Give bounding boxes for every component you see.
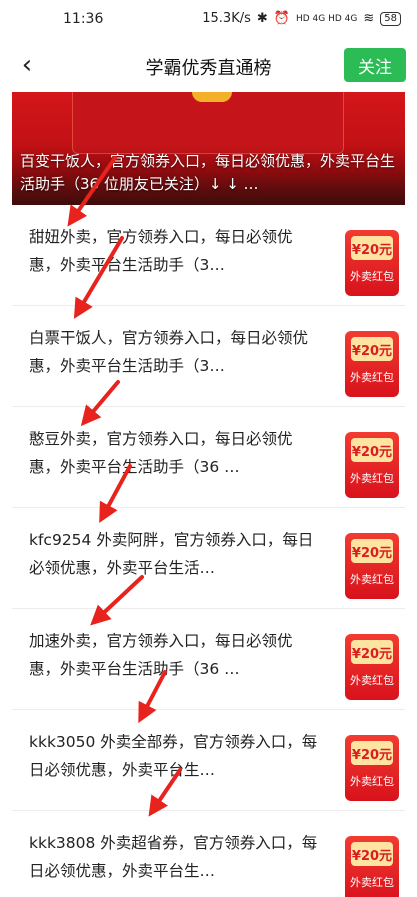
banner-decoration [192, 92, 232, 102]
coupon-label: 外卖红包 [350, 573, 394, 586]
item-text: 憨豆外卖，官方领券入口，每日必领优惠，外卖平台生活助手（36 … [29, 430, 293, 476]
item-text: kkk3050 外卖全部券，官方领券入口，每日必领优惠，外卖平台生… [29, 733, 318, 779]
coupon-label: 外卖红包 [350, 674, 394, 687]
coupon-thumbnail: ¥20元 外卖红包 [345, 836, 399, 897]
coupon-amount: ¥20元 [351, 741, 393, 765]
battery-icon: 58 [380, 11, 401, 26]
item-text: 白票干饭人，官方领券入口，每日必领优惠，外卖平台生活助手（3… [29, 329, 309, 375]
list-item[interactable]: kkk3808 外卖超省券，官方领券入口，每日必领优惠，外卖平台生… ¥20元 … [12, 811, 405, 897]
list-item[interactable]: kkk3050 外卖全部券，官方领券入口，每日必领优惠，外卖平台生… ¥20元 … [12, 710, 405, 811]
coupon-thumbnail: ¥20元 外卖红包 [345, 230, 399, 296]
signal-icon: HD 4G HD 4G [295, 13, 358, 24]
status-bar: 11:36 15.3K/s ✱ ⏰ HD 4G HD 4G ≋ 58 [0, 0, 417, 40]
coupon-thumbnail: ¥20元 外卖红包 [345, 331, 399, 397]
status-icons: 15.3K/s ✱ ⏰ HD 4G HD 4G ≋ 58 [202, 11, 401, 26]
coupon-amount: ¥20元 [351, 236, 393, 260]
alarm-icon: ⏰ [273, 11, 290, 26]
coupon-label: 外卖红包 [350, 775, 394, 788]
bluetooth-icon: ✱ [256, 11, 268, 26]
banner-text: 百变干饭人，官方领券入口，每日必领优惠，外卖平台生活助手（36 位朋友已关注）↓… [20, 152, 396, 193]
item-text: kfc9254 外卖阿胖，官方领券入口，每日必领优惠，外卖平台生活… [29, 531, 314, 577]
clock: 11:36 [63, 11, 104, 27]
coupon-label: 外卖红包 [350, 371, 394, 384]
coupon-amount: ¥20元 [351, 438, 393, 462]
network-speed: 15.3K/s [202, 11, 251, 26]
list-content[interactable]: 百变干饭人，官方领券入口，每日必领优惠，外卖平台生活助手（36 位朋友已关注）↓… [12, 92, 405, 897]
item-text: 甜妞外卖，官方领券入口，每日必领优惠，外卖平台生活助手（3… [29, 228, 293, 274]
coupon-amount: ¥20元 [351, 539, 393, 563]
coupon-label: 外卖红包 [350, 270, 394, 283]
list-item[interactable]: 甜妞外卖，官方领券入口，每日必领优惠，外卖平台生活助手（3… ¥20元 外卖红包 [12, 205, 405, 306]
coupon-thumbnail: ¥20元 外卖红包 [345, 634, 399, 700]
list-item[interactable]: 憨豆外卖，官方领券入口，每日必领优惠，外卖平台生活助手（36 … ¥20元 外卖… [12, 407, 405, 508]
coupon-label: 外卖红包 [350, 876, 394, 889]
coupon-label: 外卖红包 [350, 472, 394, 485]
featured-banner[interactable]: 百变干饭人，官方领券入口，每日必领优惠，外卖平台生活助手（36 位朋友已关注）↓… [12, 92, 405, 205]
follow-button[interactable]: 关注 [344, 48, 406, 82]
wifi-icon: ≋ [363, 11, 375, 26]
coupon-thumbnail: ¥20元 外卖红包 [345, 735, 399, 801]
coupon-amount: ¥20元 [351, 842, 393, 866]
nav-header: ‹ 学霸优秀直通榜 关注 [0, 40, 417, 92]
list-item[interactable]: kfc9254 外卖阿胖，官方领券入口，每日必领优惠，外卖平台生活… ¥20元 … [12, 508, 405, 609]
list-item[interactable]: 加速外卖，官方领券入口，每日必领优惠，外卖平台生活助手（36 … ¥20元 外卖… [12, 609, 405, 710]
coupon-amount: ¥20元 [351, 337, 393, 361]
item-text: 加速外卖，官方领券入口，每日必领优惠，外卖平台生活助手（36 … [29, 632, 293, 678]
list-item[interactable]: 白票干饭人，官方领券入口，每日必领优惠，外卖平台生活助手（3… ¥20元 外卖红… [12, 306, 405, 407]
coupon-amount: ¥20元 [351, 640, 393, 664]
item-text: kkk3808 外卖超省券，官方领券入口，每日必领优惠，外卖平台生… [29, 834, 318, 880]
coupon-thumbnail: ¥20元 外卖红包 [345, 432, 399, 498]
coupon-thumbnail: ¥20元 外卖红包 [345, 533, 399, 599]
